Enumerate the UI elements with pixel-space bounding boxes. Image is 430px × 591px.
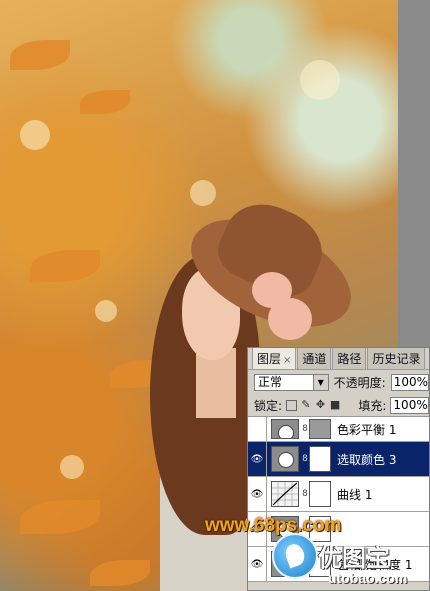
lock-icon[interactable]: ■ — [330, 399, 341, 411]
tab-label: 路径 — [337, 352, 362, 366]
tab-label: 历史记录 — [372, 352, 421, 366]
lock-label: 锁定: — [254, 398, 283, 413]
curves-thumbnail — [271, 481, 299, 507]
tab-layers[interactable]: 图层 × — [252, 348, 297, 369]
fill-input[interactable]: 100% — [390, 396, 429, 414]
layer-mask-thumbnail[interactable] — [309, 446, 331, 472]
tab-history[interactable]: 历史记录 — [367, 348, 426, 369]
layer-row-color-balance[interactable]: 8 色彩平衡 1 — [248, 417, 429, 442]
layer-name: 色彩平衡 1 — [337, 422, 397, 437]
panel-tabs: 图层 × 通道 路径 历史记录 — [248, 348, 429, 370]
opacity-input[interactable]: 100% — [390, 373, 429, 391]
tab-label: 图层 — [257, 352, 282, 366]
hat-flower — [268, 298, 312, 340]
tab-channels[interactable]: 通道 — [297, 348, 332, 369]
fill-label: 填充: — [358, 398, 387, 413]
tab-label: 通道 — [302, 352, 327, 366]
layer-name: 选取颜色 3 — [337, 452, 397, 467]
tab-paths[interactable]: 路径 — [332, 348, 367, 369]
bokeh-light — [95, 300, 117, 322]
eye-icon[interactable]: 👁 — [248, 547, 267, 581]
layer-mask-thumbnail[interactable] — [309, 419, 331, 439]
chevron-down-icon[interactable]: ▼ — [312, 374, 328, 390]
leaf — [20, 500, 100, 534]
adjustment-thumbnail — [271, 419, 299, 439]
eye-icon[interactable]: 👁 — [248, 477, 267, 511]
brush-icon[interactable]: ✎ — [301, 399, 312, 411]
bokeh-light — [300, 60, 340, 100]
eye-icon[interactable]: 👁 — [248, 442, 267, 476]
layer-name: 曲线 1 — [337, 487, 373, 502]
leaf — [10, 40, 70, 70]
visibility-toggle[interactable] — [248, 417, 267, 441]
curve-graph-icon — [272, 482, 298, 506]
utobao-logo-icon — [272, 533, 318, 579]
layer-row-curves[interactable]: 👁 8 曲线 1 — [248, 477, 429, 512]
layer-mask-thumbnail[interactable] — [309, 481, 331, 507]
link-icon: 8 — [302, 489, 308, 499]
bokeh-light — [190, 180, 216, 206]
blend-mode-select[interactable]: 正常 ▼ — [254, 373, 329, 391]
leaf — [90, 560, 150, 586]
lock-row: 锁定: ✎ ✥ ■ 填充: 100% — [248, 394, 429, 417]
link-icon: 8 — [302, 424, 308, 434]
opacity-label: 不透明度: — [333, 375, 386, 390]
close-icon[interactable]: × — [283, 355, 291, 366]
adjustment-thumbnail — [271, 446, 299, 472]
bokeh-light — [60, 455, 84, 479]
brand-watermark: 优图宝 — [318, 544, 390, 572]
blend-row: 正常 ▼ 不透明度: 100% — [248, 370, 429, 394]
layer-row-selective-color[interactable]: 👁 8 选取颜色 3 — [248, 442, 429, 477]
blend-mode-value: 正常 — [258, 374, 283, 389]
leaf — [30, 250, 100, 282]
leaf — [80, 90, 130, 114]
brand-url-watermark: utobao.com — [328, 570, 408, 586]
move-icon[interactable]: ✥ — [315, 399, 326, 411]
lock-transparency-icon[interactable] — [286, 399, 297, 411]
link-icon: 8 — [302, 454, 308, 464]
site-watermark: www.68ps.com — [205, 515, 342, 536]
bokeh-light — [20, 120, 50, 150]
